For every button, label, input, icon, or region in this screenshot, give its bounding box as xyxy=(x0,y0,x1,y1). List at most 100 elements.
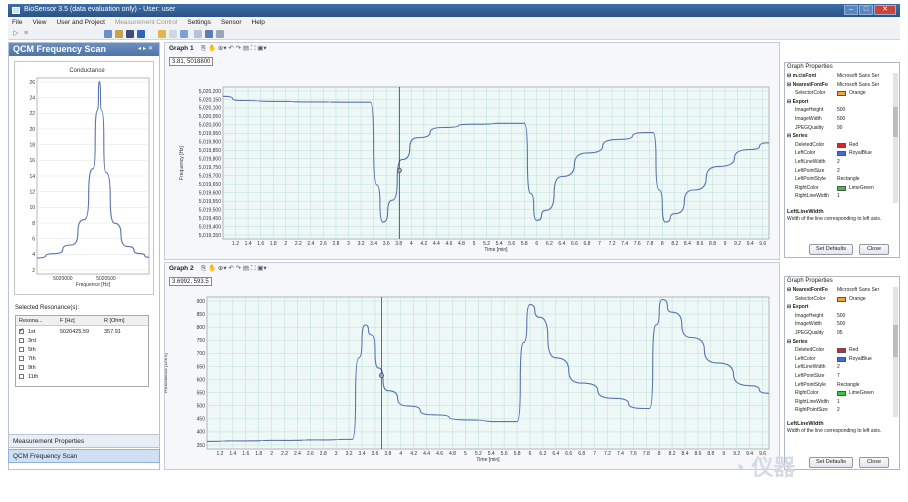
property-row[interactable]: LeftPointSize 2 xyxy=(785,168,891,175)
property-row[interactable]: RightPointSize 2 xyxy=(785,407,891,414)
graph2-plot[interactable]: 900 850 800 750 700 650 600 550 500 450 400 350 1.2 1… xyxy=(165,263,781,471)
checkbox[interactable] xyxy=(19,365,24,370)
property-category[interactable]: ⊟ NearestFontFo Microsoft Sans Ser xyxy=(785,287,891,294)
property-value[interactable]: 7 xyxy=(837,373,840,379)
property-row[interactable]: LeftColor RoyalBlue xyxy=(785,356,891,363)
chip-icon[interactable] xyxy=(126,30,134,38)
property-value[interactable]: 1 xyxy=(837,399,840,405)
play-icon[interactable]: ▷ xyxy=(12,30,20,38)
user-icon[interactable] xyxy=(104,30,112,38)
property-row[interactable]: SelectorColor Orange xyxy=(785,90,891,97)
properties-scrollbar[interactable] xyxy=(893,73,898,203)
menu-file[interactable]: File xyxy=(12,19,22,26)
property-value[interactable]: 2 xyxy=(837,168,840,174)
set-defaults-button[interactable]: Set Defaults xyxy=(809,244,853,255)
grid-icon[interactable] xyxy=(169,30,177,38)
chart-icon[interactable] xyxy=(205,30,213,38)
property-row[interactable]: RightColor LimeGreen xyxy=(785,390,891,397)
menu-view[interactable]: View xyxy=(32,19,46,26)
property-value[interactable]: 2 xyxy=(837,364,840,370)
property-row[interactable]: LeftPointStyle Rectangle xyxy=(785,176,891,183)
folder-icon[interactable] xyxy=(115,30,123,38)
property-value[interactable]: Orange xyxy=(849,90,866,96)
property-value[interactable]: 500 xyxy=(837,116,845,122)
property-value[interactable]: 500 xyxy=(837,107,845,113)
table-row[interactable]: 11th xyxy=(16,373,148,381)
property-row[interactable]: LeftPointSize 7 xyxy=(785,373,891,380)
property-value[interactable]: RoyalBlue xyxy=(849,356,872,362)
nav-measurement-properties[interactable]: Measurement Properties xyxy=(8,434,160,448)
property-row[interactable]: ImageWidth 500 xyxy=(785,321,891,328)
property-category[interactable]: ⊟ Export xyxy=(785,99,891,106)
table-row[interactable]: 1st 5020425.59 357.91 xyxy=(16,327,148,336)
property-row[interactable]: LeftColor RoyalBlue xyxy=(785,150,891,157)
open-folder-icon[interactable] xyxy=(158,30,166,38)
list-icon[interactable]: ≡ xyxy=(22,30,30,38)
property-category[interactable]: ⊟ Series xyxy=(785,133,891,140)
property-row[interactable]: ImageHeight 500 xyxy=(785,313,891,320)
minimize-icon[interactable]: ‒ xyxy=(844,5,858,15)
property-value[interactable]: 90 xyxy=(837,125,843,131)
table-row[interactable]: 7th xyxy=(16,355,148,363)
menu-user-project[interactable]: User and Project xyxy=(56,19,104,26)
table-row[interactable]: 3rd xyxy=(16,337,148,345)
menu-help[interactable]: Help xyxy=(252,19,265,26)
menu-settings[interactable]: Settings xyxy=(187,19,211,26)
checkbox[interactable] xyxy=(19,338,24,343)
property-category[interactable]: ⊟ m.cisFont Microsoft Sans Ser xyxy=(785,73,891,80)
property-row[interactable]: JPEGQuality 90 xyxy=(785,125,891,132)
col-frequency[interactable]: F [Hz] xyxy=(60,318,75,324)
graph1-plot[interactable]: 5,020,200 5,020,150 5,020,100 5,020,050 5,02… xyxy=(165,43,781,261)
property-row[interactable]: RightLineWidth 1 xyxy=(785,399,891,406)
property-value[interactable]: Rectangle xyxy=(837,176,860,182)
property-row[interactable]: JPEGQuality 95 xyxy=(785,330,891,337)
property-value[interactable]: LimeGreen xyxy=(849,185,874,191)
property-value[interactable]: 95 xyxy=(837,330,843,336)
property-value[interactable]: Microsoft Sans Ser xyxy=(837,73,879,79)
layout-icon[interactable] xyxy=(216,30,224,38)
close-button[interactable]: Close xyxy=(859,244,889,255)
property-row[interactable]: LeftLineWidth 2 xyxy=(785,364,891,371)
property-value[interactable]: Orange xyxy=(849,296,866,302)
property-row[interactable]: DeletedColor Red xyxy=(785,347,891,354)
image-icon[interactable] xyxy=(194,30,202,38)
close-icon[interactable]: ✕ xyxy=(874,5,896,15)
property-row[interactable]: SelectorColor Orange xyxy=(785,296,891,303)
checkbox[interactable] xyxy=(19,374,24,379)
property-row[interactable]: LeftLineWidth 2 xyxy=(785,159,891,166)
table-row[interactable]: 9th xyxy=(16,364,148,372)
property-category[interactable]: ⊟ NearestFontFo Microsoft Sans Ser xyxy=(785,82,891,89)
property-value[interactable]: Microsoft Sans Ser xyxy=(837,287,879,293)
property-row[interactable]: LeftPointStyle Rectangle xyxy=(785,382,891,389)
property-value[interactable]: Red xyxy=(849,142,858,148)
property-value[interactable]: 2 xyxy=(837,159,840,165)
property-value[interactable]: LimeGreen xyxy=(849,390,874,396)
save-icon[interactable] xyxy=(137,30,145,38)
property-category[interactable]: ⊟ Export xyxy=(785,304,891,311)
property-row[interactable]: ImageHeight 500 xyxy=(785,107,891,114)
maximize-icon[interactable]: □ xyxy=(859,5,873,15)
property-category[interactable]: ⊟ Series xyxy=(785,339,891,346)
property-value[interactable]: 1 xyxy=(837,193,840,199)
col-resistance[interactable]: R [Ohm] xyxy=(104,318,124,324)
menu-sensor[interactable]: Sensor xyxy=(221,19,242,26)
property-row[interactable]: RightLineWidth 1 xyxy=(785,193,891,200)
property-value[interactable]: 2 xyxy=(837,407,840,413)
property-row[interactable]: DeletedColor Red xyxy=(785,142,891,149)
property-value[interactable]: RoyalBlue xyxy=(849,150,872,156)
checkbox[interactable] xyxy=(19,347,24,352)
property-row[interactable]: ImageWidth 500 xyxy=(785,116,891,123)
property-value[interactable]: Microsoft Sans Ser xyxy=(837,82,879,88)
checkbox[interactable] xyxy=(19,327,24,334)
menu-measurement-control[interactable]: Measurement Control xyxy=(115,19,178,26)
table-row[interactable]: 5th xyxy=(16,346,148,354)
property-value[interactable]: 500 xyxy=(837,321,845,327)
table-icon[interactable] xyxy=(180,30,188,38)
nav-qcm-frequency-scan[interactable]: QCM Frequency Scan xyxy=(8,449,160,463)
col-resonance[interactable]: Resona... xyxy=(19,318,43,324)
panel-controls-icon[interactable]: ◂▸✕ xyxy=(138,45,155,52)
properties-scrollbar[interactable] xyxy=(893,287,898,417)
property-value[interactable]: Rectangle xyxy=(837,382,860,388)
property-value[interactable]: Red xyxy=(849,347,858,353)
checkbox[interactable] xyxy=(19,356,24,361)
